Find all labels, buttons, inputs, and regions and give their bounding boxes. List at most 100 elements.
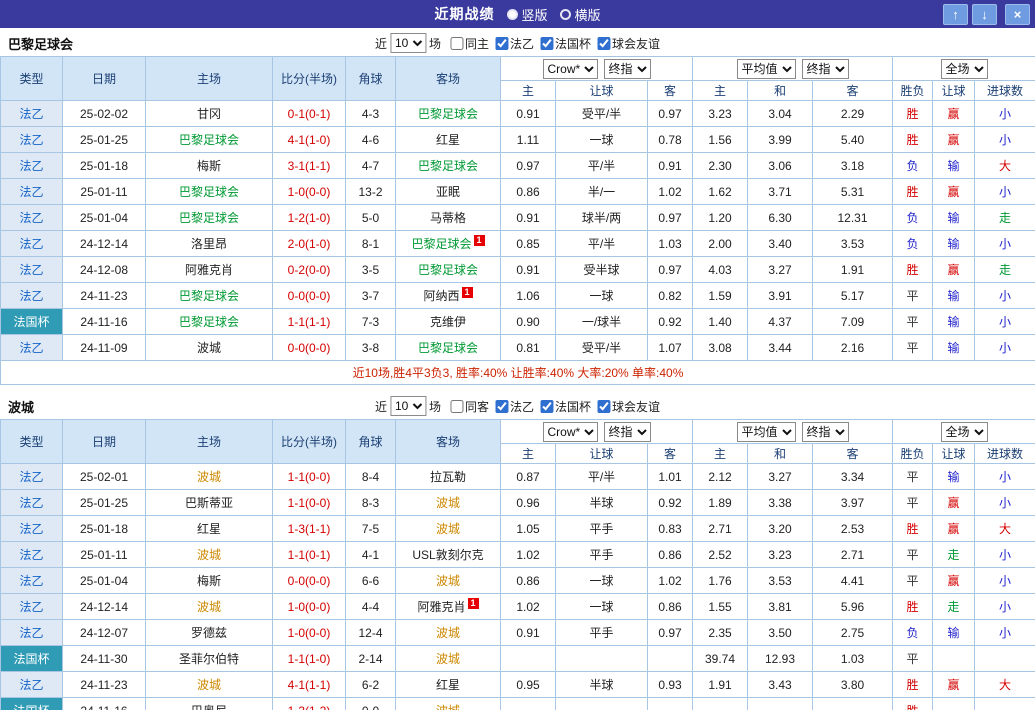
final-odds-select-1[interactable]: 终指 <box>604 422 651 442</box>
score-cell[interactable]: 1-0(0-0) <box>273 620 346 646</box>
home-team-name[interactable]: 波城 <box>197 548 221 562</box>
checkbox-input[interactable] <box>540 400 553 413</box>
home-team-name[interactable]: 洛里昂 <box>191 237 227 251</box>
away-team-name[interactable]: 巴黎足球会 <box>418 107 478 121</box>
home-team-name[interactable]: 波城 <box>197 678 221 692</box>
score-cell[interactable]: 4-1(1-1) <box>273 672 346 698</box>
away-team-name[interactable]: 拉瓦勒 <box>430 470 466 484</box>
score-cell[interactable]: 0-0(0-0) <box>273 283 346 309</box>
radio-horizontal[interactable]: 横版 <box>560 5 601 24</box>
away-team-name[interactable]: 巴黎足球会 <box>418 341 478 355</box>
away-team-name[interactable]: 波城 <box>436 652 460 666</box>
checkbox-input[interactable] <box>450 400 463 413</box>
home-team-name[interactable]: 甘冈 <box>197 107 221 121</box>
score-cell[interactable]: 0-0(0-0) <box>273 335 346 361</box>
score-cell[interactable]: 0-0(0-0) <box>273 568 346 594</box>
full-match-select[interactable]: 全场 <box>941 422 988 442</box>
home-team-name[interactable]: 巴黎足球会 <box>179 289 239 303</box>
checkbox-input[interactable] <box>495 37 508 50</box>
away-team-name[interactable]: 波城 <box>436 522 460 536</box>
away-team-name[interactable]: 红星 <box>436 133 460 147</box>
filter-checkbox[interactable]: 法乙 <box>495 35 534 52</box>
filter-checkbox[interactable]: 球会友谊 <box>597 398 660 415</box>
score-cell[interactable]: 2-0(1-0) <box>273 231 346 257</box>
score-cell[interactable]: 4-1(1-0) <box>273 127 346 153</box>
home-team-name[interactable]: 圣菲尔伯特 <box>179 652 239 666</box>
away-team-name[interactable]: 马蒂格 <box>430 211 466 225</box>
radio-vertical[interactable]: 竖版 <box>506 5 547 24</box>
score-cell[interactable]: 0-2(0-0) <box>273 257 346 283</box>
games-count-select[interactable]: 10 <box>390 33 426 53</box>
checkbox-input[interactable] <box>450 37 463 50</box>
home-team-name[interactable]: 巴斯蒂亚 <box>185 496 233 510</box>
filter-checkbox[interactable]: 法国杯 <box>540 398 591 415</box>
checkbox-input[interactable] <box>540 37 553 50</box>
final-odds-select-2[interactable]: 终指 <box>802 59 849 79</box>
away-team-name[interactable]: 波城 <box>436 626 460 640</box>
score-cell[interactable]: 1-1(1-1) <box>273 309 346 335</box>
away-team-name[interactable]: 克维伊 <box>430 315 466 329</box>
checkbox-input[interactable] <box>597 37 610 50</box>
home-team-name[interactable]: 巴黎足球会 <box>179 185 239 199</box>
away-team-name[interactable]: 波城 <box>436 574 460 588</box>
average-select[interactable]: 平均值 <box>737 422 796 442</box>
filter-checkbox[interactable]: 法乙 <box>495 398 534 415</box>
close-button[interactable]: × <box>1005 4 1030 25</box>
filter-checkbox[interactable]: 同主 <box>450 35 489 52</box>
score-cell[interactable]: 0-1(0-1) <box>273 101 346 127</box>
score-cell[interactable]: 1-0(0-0) <box>273 179 346 205</box>
home-team-name[interactable]: 波城 <box>197 341 221 355</box>
filter-checkbox[interactable]: 球会友谊 <box>597 35 660 52</box>
home-team-name[interactable]: 梅斯 <box>197 159 221 173</box>
away-team-name[interactable]: 波城 <box>436 704 460 710</box>
corner-cell: 12-4 <box>346 620 396 646</box>
final-odds-select-2[interactable]: 终指 <box>802 422 849 442</box>
away-team-name[interactable]: 巴黎足球会 <box>418 159 478 173</box>
odds-handicap-cell: 半球 <box>556 490 648 516</box>
away-team-name[interactable]: 阿纳西 <box>423 289 459 303</box>
move-up-button[interactable]: ↑ <box>943 4 968 25</box>
home-team-name[interactable]: 红星 <box>197 522 221 536</box>
home-team-name[interactable]: 巴奥尼 <box>191 704 227 710</box>
home-team-name[interactable]: 巴黎足球会 <box>179 315 239 329</box>
home-team-name[interactable]: 波城 <box>197 470 221 484</box>
corner-cell: 4-6 <box>346 127 396 153</box>
score-cell[interactable]: 1-3(1-2) <box>273 698 346 710</box>
away-team-name[interactable]: 红星 <box>436 678 460 692</box>
checkbox-input[interactable] <box>597 400 610 413</box>
filter-checkbox[interactable]: 同客 <box>450 398 489 415</box>
final-odds-select-1[interactable]: 终指 <box>604 59 651 79</box>
filter-checkbox[interactable]: 法国杯 <box>540 35 591 52</box>
home-team-name[interactable]: 罗德兹 <box>191 626 227 640</box>
home-team-name[interactable]: 梅斯 <box>197 574 221 588</box>
bookmaker-select[interactable]: Crow* <box>543 59 598 79</box>
score-cell[interactable]: 1-3(1-1) <box>273 516 346 542</box>
score-cell[interactable]: 1-1(0-0) <box>273 490 346 516</box>
score-cell[interactable]: 1-1(1-0) <box>273 646 346 672</box>
games-count-select[interactable]: 10 <box>390 396 426 416</box>
away-team-name[interactable]: USL敦刻尔克 <box>412 548 483 562</box>
odds-handicap-cell: 半/一 <box>556 179 648 205</box>
score-cell[interactable]: 1-0(0-0) <box>273 594 346 620</box>
home-team-name[interactable]: 波城 <box>197 600 221 614</box>
checkbox-input[interactable] <box>495 400 508 413</box>
score-cell[interactable]: 1-2(1-0) <box>273 205 346 231</box>
move-down-button[interactable]: ↓ <box>972 4 997 25</box>
bookmaker-select[interactable]: Crow* <box>543 422 598 442</box>
home-team-name[interactable]: 巴黎足球会 <box>179 211 239 225</box>
away-team-name[interactable]: 阿雅克肖 <box>417 600 465 614</box>
away-team-name[interactable]: 巴黎足球会 <box>411 237 471 251</box>
avg-away-cell <box>813 698 893 710</box>
away-team-name[interactable]: 波城 <box>436 496 460 510</box>
subheader-odds-away: 客 <box>648 444 693 464</box>
score-cell[interactable]: 3-1(1-1) <box>273 153 346 179</box>
avg-home-cell: 2.00 <box>693 231 748 257</box>
score-cell[interactable]: 1-1(0-1) <box>273 542 346 568</box>
score-cell[interactable]: 1-1(0-0) <box>273 464 346 490</box>
full-match-select[interactable]: 全场 <box>941 59 988 79</box>
away-team-name[interactable]: 亚眠 <box>436 185 460 199</box>
average-select[interactable]: 平均值 <box>737 59 796 79</box>
away-team-name[interactable]: 巴黎足球会 <box>418 263 478 277</box>
home-team-name[interactable]: 阿雅克肖 <box>185 263 233 277</box>
home-team-name[interactable]: 巴黎足球会 <box>179 133 239 147</box>
